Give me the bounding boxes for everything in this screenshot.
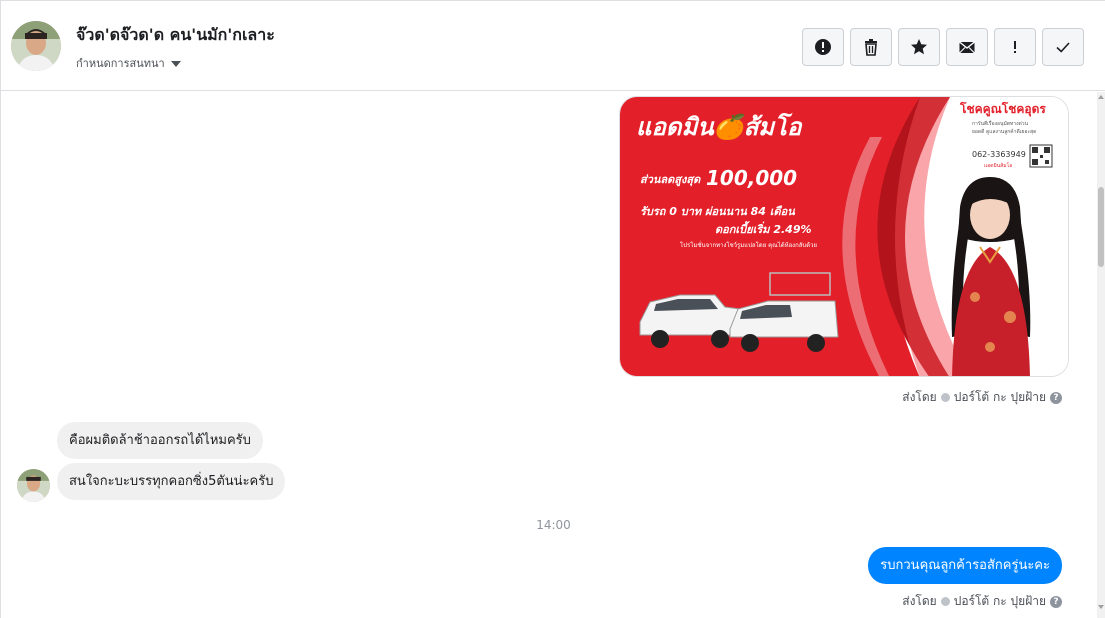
sent-by-line: ส่งโดย ปอร์โต้ กะ ปุยฝ้าย ? [902,592,1062,611]
sender-avatar[interactable] [17,469,50,502]
help-icon[interactable]: ? [1050,595,1062,608]
qr-code-icon [1029,144,1053,168]
scroll-down-arrow-icon[interactable] [1098,605,1104,609]
incoming-message[interactable]: คือผมติดล้าช้าออกรถได้ไหมครับ [57,422,263,459]
sent-by-name[interactable]: ปอร์โต้ กะ ปุยฝ้าย [954,592,1046,611]
sent-image-attachment[interactable]: แอดมิน🍊ส้มโอ ส่วนลดสูงสุด 100,000 รับรถ … [619,96,1069,377]
report-button[interactable] [802,28,844,66]
ad-brand-sub1: การันตีเรื่องอนุมัตทางด่วน [972,120,1029,127]
star-button[interactable] [898,28,940,66]
scrollbar-thumb[interactable] [1098,187,1104,267]
ad-qr-caption: แอดมินส้มโอ [984,162,1012,169]
ad-phone: 062-3363949 [972,150,1026,159]
message-timestamp: 14:00 [536,518,571,532]
mark-unread-button[interactable] [946,28,988,66]
ad-discount-label: ส่วนลดสูงสุด [640,173,701,187]
ad-line-2: รับรถ 0 บาท ผ่อนนาน 84 เดือน [640,205,795,218]
ad-headline: แอดมิน🍊ส้มโอ [636,112,803,141]
delete-button[interactable] [850,28,892,66]
trash-icon [865,39,877,56]
ad-brand: โชคคูณโชคอุดร [959,101,1046,117]
thread-scrollbar[interactable] [1097,92,1105,618]
check-icon [940,597,950,606]
ad-line-3: ดอกเบี้ยเริ่ม 2.49% [715,221,812,236]
scroll-up-arrow-icon[interactable] [1098,95,1104,99]
spam-button[interactable] [994,28,1036,66]
caret-down-icon [170,60,181,67]
done-button[interactable] [1042,28,1084,66]
messenger-window: จ๊วด'ดจ๊วด'ด คน'นมัก'กเลาะ กำหนดการสนทนา [0,0,1105,618]
assign-conversation-dropdown[interactable]: กำหนดการสนทนา [76,54,181,72]
ad-brand-sub2: ยอดดี ดูแลงานลูกค้าดีเยอะสุด [972,128,1036,135]
conversation-toolbar [802,28,1084,66]
checkmark-icon [1056,42,1070,53]
assign-label: กำหนดการสนทนา [76,57,165,70]
sent-by-line: ส่งโดย ปอร์โต้ กะ ปุยฝ้าย ? [902,388,1062,407]
contact-avatar[interactable] [11,21,61,71]
message-thread: แอดมิน🍊ส้มโอ ส่วนลดสูงสุด 100,000 รับรถ … [1,92,1098,618]
promoter-photo [951,177,1031,376]
sent-by-prefix: ส่งโดย [902,594,937,608]
incoming-message[interactable]: สนใจกะบะบรรทุกคอกซิ่ง5ตันน่ะครับ [57,463,286,500]
promo-image: แอดมิน🍊ส้มโอ ส่วนลดสูงสุด 100,000 รับรถ … [620,97,1068,376]
outgoing-message[interactable]: รบกวนคุณลูกค้ารอสักครู่นะคะ [868,547,1062,584]
conversation-header: จ๊วด'ดจ๊วด'ด คน'นมัก'กเลาะ กำหนดการสนทนา [1,1,1105,91]
envelope-icon [959,41,975,54]
help-icon[interactable]: ? [1050,391,1062,404]
sent-by-prefix: ส่งโดย [902,390,937,404]
ad-discount-value: 100,000 [706,166,797,190]
exclamation-icon [1014,41,1016,53]
ad-fine-print: โปรโมชั่นจากทางโชว์รูมแปลโดย คุณได้ห้องก… [680,241,817,249]
contact-name[interactable]: จ๊วด'ดจ๊วด'ด คน'นมัก'กเลาะ [76,23,275,48]
check-icon [940,393,950,402]
star-icon [911,39,927,55]
alert-circle-icon [815,39,831,55]
sent-by-name[interactable]: ปอร์โต้ กะ ปุยฝ้าย [954,388,1046,407]
